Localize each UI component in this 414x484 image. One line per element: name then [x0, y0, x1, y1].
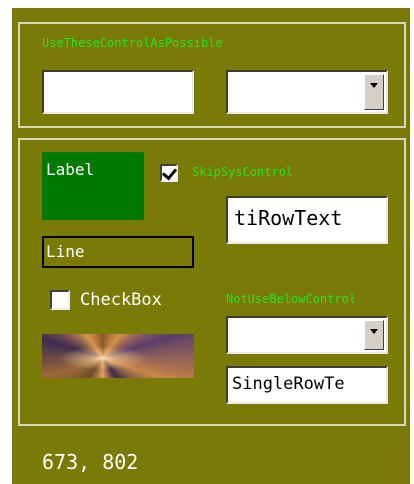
- top-text-input[interactable]: [42, 70, 194, 114]
- coordinates-readout: 673, 802: [42, 450, 139, 474]
- chevron-down-icon[interactable]: [364, 74, 384, 110]
- checkbox-label: CheckBox: [80, 290, 162, 310]
- label-control: Label: [42, 152, 144, 220]
- line-control: Line: [42, 236, 194, 268]
- checkbox-control[interactable]: [50, 290, 70, 310]
- skip-sys-control-checkbox[interactable]: [160, 164, 178, 182]
- not-use-caption: NotUseBelowControl: [226, 292, 357, 306]
- picture-control: [42, 334, 194, 378]
- skip-sys-control-label: SkipSysControl: [192, 165, 294, 179]
- bottom-combo-box[interactable]: [226, 316, 388, 354]
- chevron-down-icon[interactable]: [364, 320, 384, 350]
- top-combo-box[interactable]: [226, 70, 388, 114]
- multi-row-text-input[interactable]: tiRowText: [226, 196, 388, 244]
- check-icon: [161, 164, 178, 181]
- single-row-text-input[interactable]: SingleRowTe: [226, 366, 388, 404]
- group-caption-use-controls: UseTheseControlAsPossible: [42, 36, 223, 50]
